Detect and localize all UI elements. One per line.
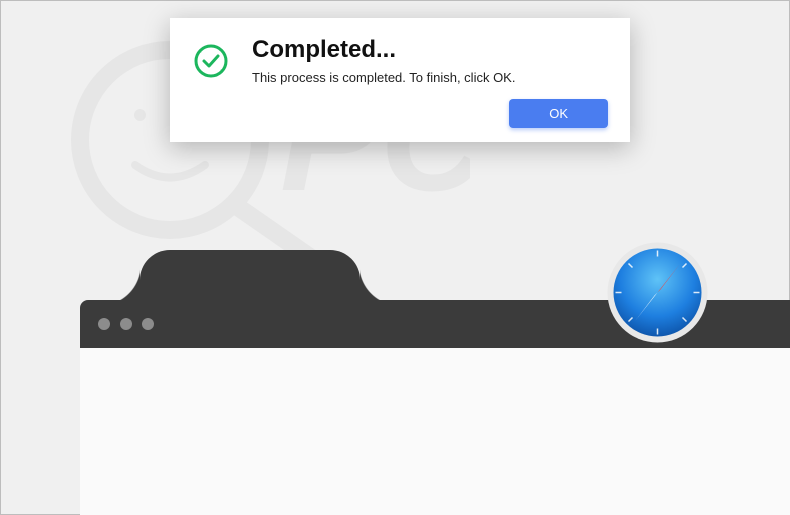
traffic-light-zoom	[142, 318, 154, 330]
browser-tab	[140, 250, 360, 305]
browser-content	[80, 348, 790, 515]
safari-icon	[605, 240, 710, 345]
traffic-light-minimize	[120, 318, 132, 330]
browser-window	[80, 300, 790, 515]
checkmark-circle-icon	[192, 42, 230, 85]
traffic-light-close	[98, 318, 110, 330]
ok-button[interactable]: OK	[509, 99, 608, 128]
completion-dialog: Completed... This process is completed. …	[170, 18, 630, 142]
dialog-message: This process is completed. To finish, cl…	[252, 70, 608, 85]
dialog-title: Completed...	[252, 36, 608, 64]
